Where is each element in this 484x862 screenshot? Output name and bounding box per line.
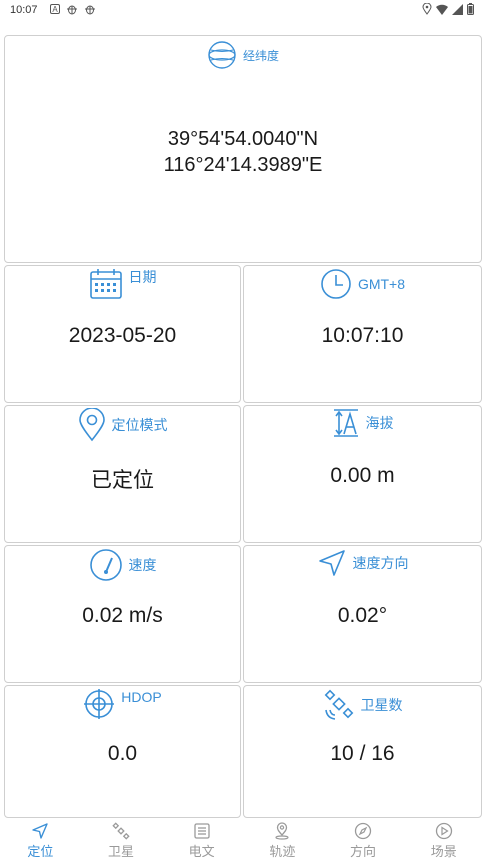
gmt-card: GMT+8 10:07:10: [243, 265, 482, 403]
latlon-title: 经纬度: [242, 48, 279, 63]
mode-card: 定位模式 已定位: [4, 405, 241, 543]
satellites-title: 卫星数: [360, 697, 403, 713]
coordinates: 39°54'54.0040"N 116°24'14.3989"E: [5, 126, 481, 178]
wifi-icon: [436, 4, 448, 15]
signal-icon: [452, 3, 463, 15]
altitude-icon: [333, 409, 358, 437]
gmt-value: 10:07:10: [321, 324, 404, 347]
nav-label: 方向: [350, 844, 377, 859]
satellites-value: 10 / 16: [330, 742, 395, 765]
play-icon: [435, 822, 452, 840]
status-time: 10:07: [10, 4, 38, 16]
crosshair-icon: [84, 689, 115, 719]
longitude-value: 116°24'14.3989"E: [163, 154, 323, 176]
clock-icon: [321, 269, 351, 299]
nav-label: 电文: [188, 844, 215, 859]
map-pin-icon: [275, 822, 289, 840]
date-card: 日期 2023-05-20: [4, 265, 241, 403]
battery-icon: [467, 3, 474, 15]
altitude-card: 海拔 0.00 m: [243, 405, 482, 543]
latlon-header: 经纬度: [5, 40, 481, 70]
speed-header: 速度: [5, 548, 240, 582]
heading-card: 速度方向 0.02°: [243, 545, 482, 683]
satellite-icon: [324, 689, 353, 720]
location-icon: [422, 3, 432, 15]
mode-value: 已定位: [91, 469, 154, 492]
altitude-value: 0.00 m: [330, 464, 395, 487]
heading-value: 0.02°: [337, 604, 388, 627]
bug-icon: [67, 5, 77, 15]
hdop-title: HDOP: [121, 689, 162, 705]
speedometer-icon: [89, 549, 122, 581]
nav-item-direction[interactable]: 方向: [323, 818, 404, 862]
date-title: 日期: [128, 269, 157, 285]
hdop-value: 0.0: [107, 742, 138, 765]
gmt-header: GMT+8: [244, 268, 481, 300]
location-pin-icon: [78, 408, 105, 442]
satellites-header: 卫星数: [244, 688, 481, 722]
nav-item-track[interactable]: 轨迹: [242, 818, 323, 862]
nav-item-message[interactable]: 电文: [161, 818, 242, 862]
nav-label: 场景: [430, 844, 457, 859]
svg-text:A: A: [52, 5, 58, 14]
status-right-icons: [422, 3, 474, 15]
latlon-card: 经纬度 39°54'54.0040"N 116°24'14.3989"E: [4, 35, 482, 263]
nav-label: 定位: [27, 844, 54, 859]
hdop-card: HDOP 0.0: [4, 685, 241, 818]
nav-item-location[interactable]: 定位: [0, 818, 81, 862]
hdop-header: HDOP: [5, 688, 240, 720]
heading-header: 速度方向: [244, 548, 481, 578]
nav-item-scene[interactable]: 场景: [403, 818, 484, 862]
speed-card: 速度 0.02 m/s: [4, 545, 241, 683]
nav-label: 轨迹: [269, 844, 296, 859]
satellites-card: 卫星数 10 / 16: [243, 685, 482, 818]
nav-item-satellite[interactable]: 卫星: [81, 818, 162, 862]
gmt-title: GMT+8: [357, 276, 406, 292]
mode-header: 定位模式: [5, 408, 240, 442]
nav-label: 卫星: [108, 844, 135, 859]
bug-icon: [85, 5, 95, 15]
mode-title: 定位模式: [111, 417, 168, 433]
status-bar: 10:07 A: [0, 0, 484, 22]
date-value: 2023-05-20: [68, 324, 177, 347]
speed-value: 0.02 m/s: [82, 604, 163, 627]
status-left-icons: A: [50, 3, 96, 15]
calendar-icon: [89, 269, 122, 299]
navigation-arrow-icon: [318, 550, 345, 576]
bottom-nav: 定位 卫星 电文 轨迹 方向 场景: [0, 818, 484, 862]
heading-title: 速度方向: [352, 555, 409, 571]
latitude-value: 39°54'54.0040"N: [167, 128, 319, 150]
compass-icon: [354, 822, 372, 840]
document-icon: [194, 823, 210, 839]
altitude-header: 海拔: [244, 408, 481, 438]
altitude-title: 海拔: [365, 415, 394, 431]
a-icon: A: [50, 4, 60, 14]
navigation-icon: [32, 823, 49, 839]
date-header: 日期: [5, 268, 240, 300]
speed-title: 速度: [128, 557, 157, 573]
satellite-icon: [112, 822, 130, 840]
globe-icon: [208, 41, 236, 69]
